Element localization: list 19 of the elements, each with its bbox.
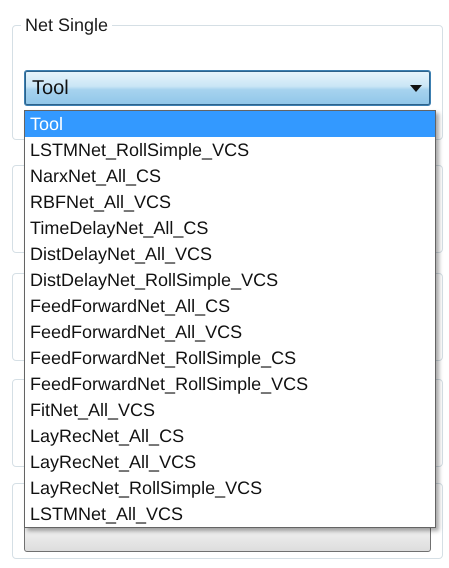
- dropdown-item[interactable]: LSTMNet_RollSimple_VCS: [25, 137, 435, 163]
- dropdown-item[interactable]: FeedForwardNet_All_CS: [25, 293, 435, 319]
- dropdown-item[interactable]: TimeDelayNet_All_CS: [25, 215, 435, 241]
- combo-box[interactable]: [24, 526, 431, 552]
- dropdown-item[interactable]: RBFNet_All_VCS: [25, 189, 435, 215]
- dropdown-item[interactable]: FeedForwardNet_RollSimple_CS: [25, 345, 435, 371]
- combo-box[interactable]: Tool: [24, 70, 431, 106]
- dropdown-item[interactable]: LSTMNet_All_VCS: [25, 501, 435, 527]
- dropdown-item[interactable]: FeedForwardNet_All_VCS: [25, 319, 435, 345]
- dropdown-item[interactable]: LayRecNet_All_CS: [25, 423, 435, 449]
- dropdown-item[interactable]: DistDelayNet_RollSimple_VCS: [25, 267, 435, 293]
- dropdown-item[interactable]: NarxNet_All_CS: [25, 163, 435, 189]
- dropdown-item[interactable]: LayRecNet_All_VCS: [25, 449, 435, 475]
- dropdown-item[interactable]: FitNet_All_VCS: [25, 397, 435, 423]
- dropdown-item[interactable]: LayRecNet_RollSimple_VCS: [25, 475, 435, 501]
- dropdown-item[interactable]: FeedForwardNet_RollSimple_VCS: [25, 371, 435, 397]
- group-title: Net Single: [21, 15, 112, 36]
- dropdown-item[interactable]: DistDelayNet_All_VCS: [25, 241, 435, 267]
- caret-icon: [410, 84, 422, 92]
